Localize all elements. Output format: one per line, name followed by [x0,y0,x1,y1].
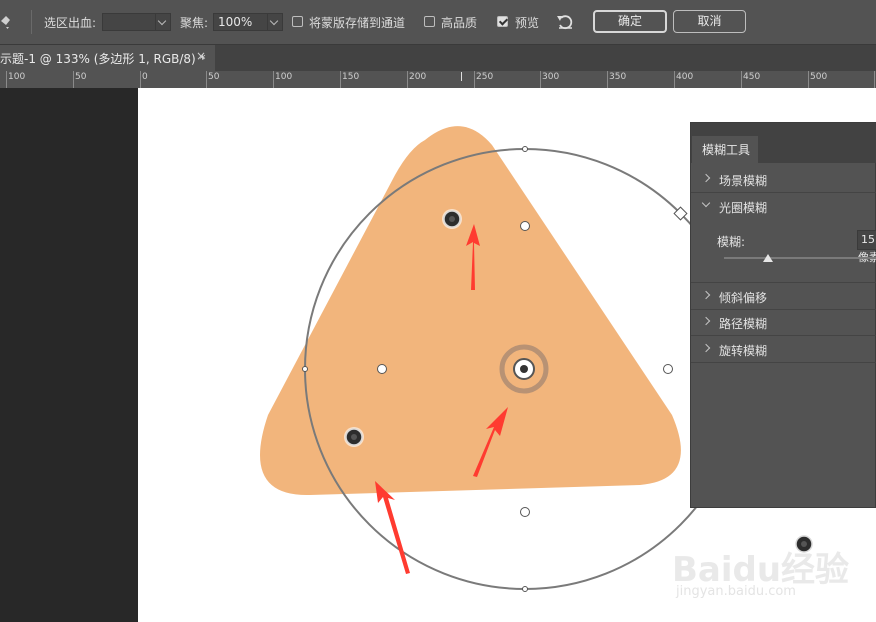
ruler-label: 300 [542,72,560,82]
ruler-tick [808,71,809,88]
save-mask-checkbox[interactable] [292,16,303,27]
close-icon[interactable]: × [196,49,206,63]
ruler-label: 500 [810,72,828,82]
cancel-button[interactable]: 取消 [673,10,746,33]
section-label: 路径模糊 [719,317,768,331]
blur-amount-input[interactable]: 15 像素 [857,230,876,264]
feather-point-right[interactable] [663,364,673,374]
feather-point-top[interactable] [520,221,530,231]
blur-amount-slider-track[interactable] [724,257,876,259]
ruler-tick [340,71,341,88]
selection-bleed-label: 选区出血: [44,16,97,30]
annotation-arrow [375,481,410,574]
chevron-right-icon [701,173,711,183]
ruler-tick [540,71,541,88]
section-spin-blur[interactable]: 旋转模糊 [691,336,876,363]
blur-amount-label: 模糊: [717,235,746,249]
reset-icon[interactable] [556,14,574,30]
ruler-label: 450 [743,72,761,82]
focus-label: 聚焦: [180,16,209,30]
section-label: 光圈模糊 [719,201,768,215]
section-label: 场景模糊 [719,174,768,188]
center-pin-dot [520,365,528,373]
high-quality-checkbox[interactable] [424,16,435,27]
ruler-label: 0 [142,72,148,82]
ruler-label: 100 [8,72,26,82]
chevron-right-icon [701,316,711,326]
section-label: 倾斜偏移 [719,291,768,305]
ruler-tick [206,71,207,88]
iris-handle-left[interactable] [302,366,308,372]
ruler-label: 350 [609,72,627,82]
blur-tools-panel: 模糊工具 场景模糊 光圈模糊 模糊: 15 像素 倾斜偏移 路径模糊 旋转模糊 [690,122,876,508]
selection-bleed-input[interactable] [102,13,171,31]
chevron-right-icon [701,290,711,300]
ruler-tick [607,71,608,88]
divider [31,10,32,34]
section-iris-blur[interactable]: 光圈模糊 [691,193,876,219]
ruler-tick [273,71,274,88]
ruler-tick [674,71,675,88]
ruler-label: 250 [476,72,494,82]
ruler-tick [741,71,742,88]
preview-checkbox[interactable] [497,16,508,27]
ruler-tick [874,71,875,88]
document-tab[interactable]: 示题-1 @ 133% (多边形 1, RGB/8) * × [0,45,215,71]
blur-pin[interactable] [442,209,462,229]
ruler-tick [140,71,141,88]
document-tab-title: 示题-1 @ 133% (多边形 1, RGB/8) * [0,52,206,66]
tool-preset-icon[interactable] [0,12,12,30]
rounded-triangle-shape [260,126,681,496]
chevron-down-icon [701,198,711,208]
ruler-tick [407,71,408,88]
section-label: 旋转模糊 [719,344,768,358]
ok-button[interactable]: 确定 [593,10,667,33]
preview-label: 预览 [515,16,540,30]
save-mask-label: 将蒙版存储到通道 [309,16,406,30]
feather-point-left[interactable] [377,364,387,374]
chevron-right-icon [701,343,711,353]
section-path-blur[interactable]: 路径模糊 [691,309,876,336]
ruler-label: 150 [342,72,360,82]
panel-header [691,123,876,135]
focus-input[interactable]: 100% [213,13,283,31]
document-tab-bar: 示题-1 @ 133% (多边形 1, RGB/8) * × [0,45,876,71]
tab-blur-tools[interactable]: 模糊工具 [692,136,758,165]
iris-handle-top[interactable] [522,146,528,152]
section-field-blur[interactable]: 场景模糊 [691,166,876,193]
blur-pin[interactable] [344,427,364,447]
ruler-label: 400 [676,72,694,82]
ruler-label: 50 [75,72,87,82]
section-tilt-shift[interactable]: 倾斜偏移 [691,282,876,310]
blur-amount-slider-thumb[interactable] [763,254,773,262]
ruler-cursor-marker [461,72,462,81]
ruler-tick [6,71,7,88]
ruler-label: 200 [409,72,427,82]
ruler-label: 50 [208,72,220,82]
feather-point-bottom[interactable] [520,507,530,517]
baidu-watermark: Baidu经验 jingyan.baidu.com [672,542,876,622]
focus-value: 100% [218,15,253,29]
options-bar: 选区出血: 聚焦: 100% 将蒙版存储到通道 高品质 预览 确定 取消 [0,0,876,45]
ruler-tick [73,71,74,88]
horizontal-ruler: 10050050100150200250300350400450500550 [0,71,876,89]
chevron-down-icon [267,14,282,30]
ruler-label: 100 [275,72,293,82]
high-quality-label: 高品质 [441,16,478,30]
ruler-tick [474,71,475,88]
iris-handle-bottom[interactable] [522,586,528,592]
pasteboard [0,88,138,622]
watermark-url: jingyan.baidu.com [676,584,796,599]
chevron-down-icon [155,14,170,30]
